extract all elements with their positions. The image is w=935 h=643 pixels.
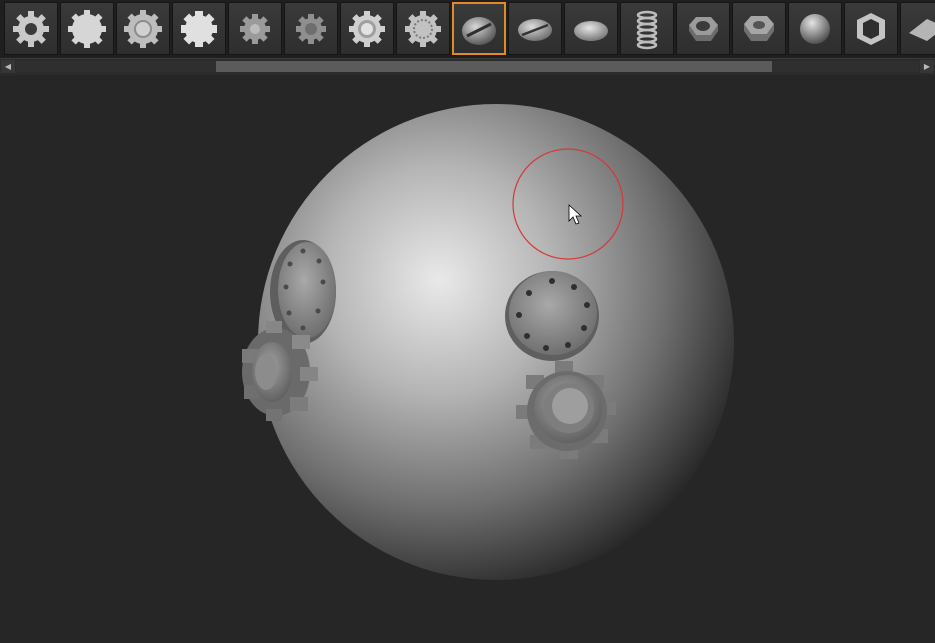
wedge-icon — [909, 18, 935, 41]
small-gear-icon — [240, 13, 270, 44]
washer-icon — [857, 12, 885, 45]
brush-thumb-slotted-screw-head[interactable] — [452, 2, 506, 55]
brush-thumb-washer[interactable] — [844, 2, 898, 55]
gear-ring-icon — [124, 9, 162, 48]
scroll-right-arrow-icon[interactable]: ▶ — [920, 60, 934, 73]
sphere-mesh[interactable] — [258, 104, 734, 580]
round-gear-icon — [68, 9, 106, 48]
scroll-thumb[interactable] — [216, 61, 772, 72]
brush-thumb-round-gear[interactable] — [60, 2, 114, 55]
viewport-canvas[interactable] — [0, 75, 935, 643]
thumbnail-strip — [4, 2, 935, 56]
rivet-icon — [574, 20, 608, 41]
brush-thumb-small-gear-2[interactable] — [284, 2, 338, 55]
brush-thumb-small-gear[interactable] — [228, 2, 282, 55]
brush-thumb-gear-ring-2[interactable] — [396, 2, 450, 55]
brush-thumb-rivet[interactable] — [564, 2, 618, 55]
gear-hub-icon — [349, 10, 385, 47]
brush-thumb-spring[interactable] — [620, 2, 674, 55]
bolt-plate-right[interactable] — [505, 271, 599, 361]
palette-scrollbar[interactable]: ◀ ▶ — [0, 58, 935, 76]
insert-brush-palette — [0, 0, 935, 59]
gear-ring-2-icon — [405, 10, 441, 47]
spur-gear-icon — [181, 10, 217, 47]
brush-thumb-hex-nut-2[interactable] — [732, 2, 786, 55]
brush-thumb-hex-nut[interactable] — [676, 2, 730, 55]
small-gear-2-icon — [296, 13, 326, 44]
brush-thumb-gear[interactable] — [4, 2, 58, 55]
3d-viewport[interactable] — [0, 75, 935, 643]
brush-thumb-wedge[interactable] — [900, 2, 935, 55]
brush-thumb-slotted-disc[interactable] — [508, 2, 562, 55]
slotted-screw-head-icon — [462, 16, 496, 45]
spring-icon — [636, 10, 658, 49]
brush-thumb-gear-ring[interactable] — [116, 2, 170, 55]
dome-bolt-icon — [800, 13, 830, 44]
brush-thumb-spur-gear[interactable] — [172, 2, 226, 55]
slotted-disc-icon — [518, 18, 552, 41]
gear-left[interactable] — [242, 321, 318, 421]
hex-nut-2-icon — [744, 15, 774, 41]
gear-icon — [13, 10, 49, 47]
scroll-track[interactable] — [16, 61, 919, 72]
hex-nut-icon — [689, 16, 718, 41]
brush-thumb-gear-hub[interactable] — [340, 2, 394, 55]
scroll-left-arrow-icon[interactable]: ◀ — [1, 60, 15, 73]
brush-thumb-dome-bolt[interactable] — [788, 2, 842, 55]
